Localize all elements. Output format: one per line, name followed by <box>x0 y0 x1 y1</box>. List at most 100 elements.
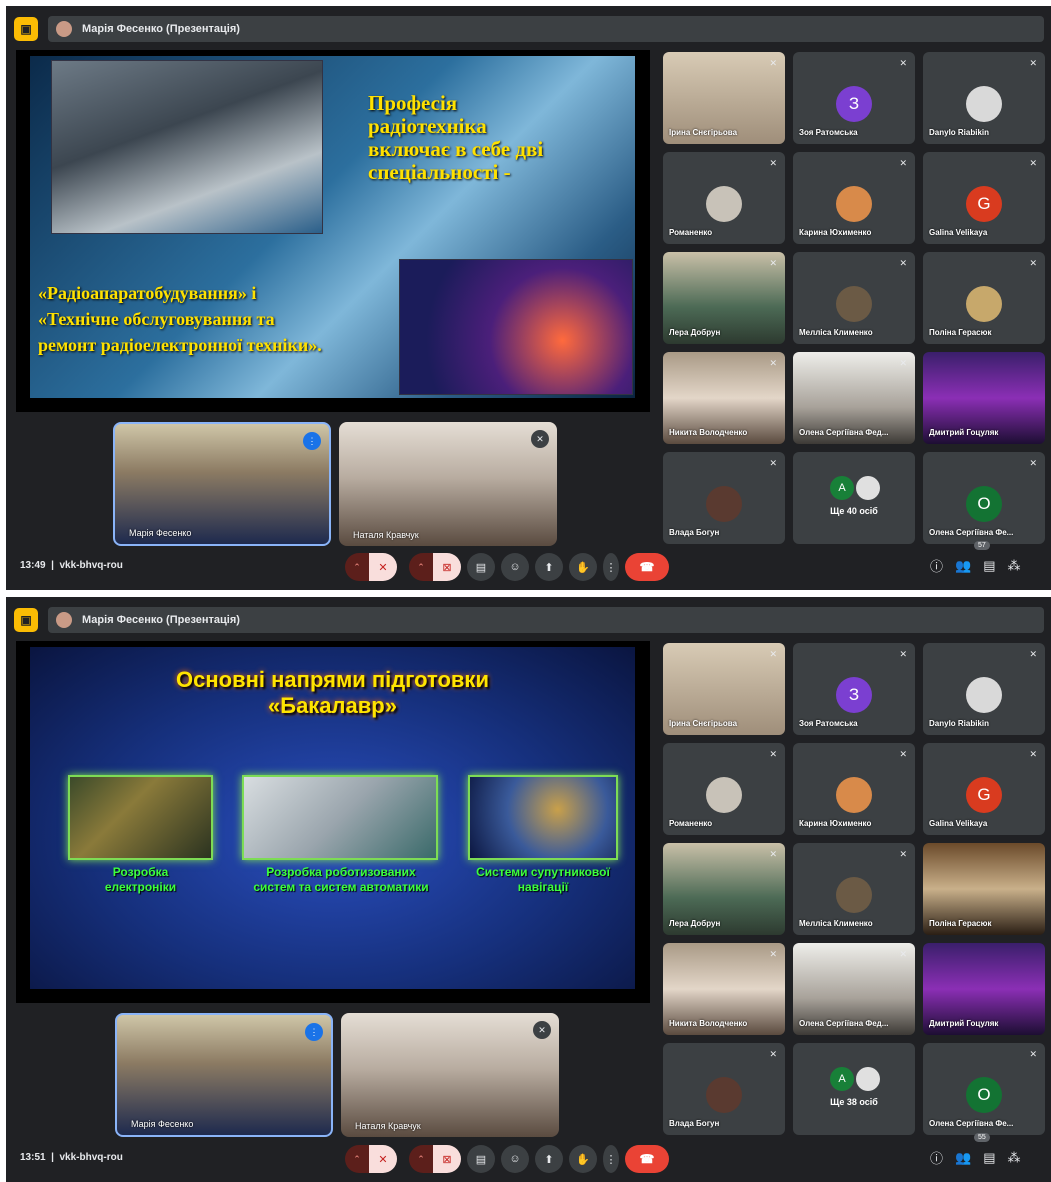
participant-tile[interactable]: ✕ Лера Добрун <box>663 252 785 344</box>
video-tile-presenter[interactable]: ⋮ Марія Фесенко <box>113 422 331 546</box>
participant-tile[interactable]: ✕ Ірина Снєгірьова <box>663 52 785 144</box>
camera-options-chevron-icon[interactable]: ⌃ <box>409 553 433 581</box>
presentation-bar: ▣ Марія Фесенко (Презентація) <box>14 607 1044 633</box>
participant-tile[interactable]: ✕ З Зоя Ратомська <box>793 52 915 144</box>
raise-hand-button[interactable]: ✋ <box>569 1145 597 1173</box>
mic-off-icon: ✕ <box>899 849 907 859</box>
avatar: З <box>836 86 872 122</box>
chat-icon[interactable]: ▤ <box>983 1150 995 1166</box>
leave-call-button[interactable]: ☎ <box>625 553 669 581</box>
camera-toggle-button[interactable]: ⊠ <box>433 553 461 581</box>
participant-name: Олена Сергіївна Фед... <box>799 1019 889 1028</box>
participant-tile[interactable]: ✕ Олена Сергіївна Фед... <box>793 352 915 444</box>
participant-tile[interactable]: ✕ Олена Сергіївна Фед... <box>793 943 915 1035</box>
participant-tile[interactable]: ✕ G Galina Velikaya <box>923 152 1045 244</box>
slide-specialties: «Радіоапаратобудування» і «Технічне обсл… <box>38 280 322 358</box>
participant-tile[interactable]: ✕ Поліна Герасюк <box>923 252 1045 344</box>
side-controls: ⓘ 👥 ▤ ⁂ <box>930 1148 1021 1167</box>
presentation-icon[interactable]: ▣ <box>14 608 38 632</box>
activities-icon[interactable]: ⁂ <box>1008 558 1021 574</box>
emoji-button[interactable]: ☺ <box>501 553 529 581</box>
more-participants-tile[interactable]: A Ще 38 осіб <box>793 1043 915 1135</box>
caption-line: Системи супутникової <box>476 865 610 879</box>
participant-tile[interactable]: ✕ Романенко <box>663 743 785 835</box>
captions-button[interactable]: ▤ <box>467 553 495 581</box>
mic-toggle-button[interactable]: ✕ <box>369 553 397 581</box>
raise-hand-button[interactable]: ✋ <box>569 553 597 581</box>
participant-tile[interactable]: ✕ З Зоя Ратомська <box>793 643 915 735</box>
meet-window-1: ▣ Марія Фесенко (Презентація) Професія р… <box>6 6 1051 590</box>
avatar <box>856 476 880 500</box>
participant-tile[interactable]: ✕ G Galina Velikaya <box>923 743 1045 835</box>
more-options-button[interactable]: ⋮ <box>603 553 619 581</box>
people-icon[interactable]: 👥 <box>955 1150 971 1166</box>
participant-tile[interactable]: ✕ Романенко <box>663 152 785 244</box>
avatar <box>706 1077 742 1113</box>
clock-time: 13:51 <box>20 1152 46 1163</box>
participant-tile[interactable]: ✕ Никита Володченко <box>663 352 785 444</box>
more-participants-tile[interactable]: A Ще 40 осіб <box>793 452 915 544</box>
participant-tile[interactable]: ✕ Влада Богун <box>663 452 785 544</box>
participant-tile[interactable]: Дмитрий Гоцуляк <box>923 352 1045 444</box>
speaking-indicator-icon: ⋮ <box>303 432 321 450</box>
mic-options-chevron-icon[interactable]: ⌃ <box>345 1145 369 1173</box>
participant-tile[interactable]: ✕ Мелліса Клименко <box>793 843 915 935</box>
caption-line: систем та систем автоматики <box>253 880 429 894</box>
participant-tile[interactable]: Дмитрий Гоцуляк <box>923 943 1045 1035</box>
presenter-avatar <box>56 612 72 628</box>
video-tile-participant[interactable]: ✕ Наталя Кравчук <box>341 1013 559 1137</box>
meeting-info: 13:51 | vkk-bhvq-rou <box>20 1152 123 1163</box>
mic-options-chevron-icon[interactable]: ⌃ <box>345 553 369 581</box>
camera-options-chevron-icon[interactable]: ⌃ <box>409 1145 433 1173</box>
participant-name: Лера Добрун <box>669 919 721 928</box>
emoji-button[interactable]: ☺ <box>501 1145 529 1173</box>
participant-name: Романенко <box>669 228 713 237</box>
participant-tile[interactable]: ✕ Карина Юхименко <box>793 743 915 835</box>
more-participants-label: Ще 40 осіб <box>830 506 878 516</box>
shared-slide: Професія радіотехніка включає в себе дві… <box>16 50 650 412</box>
participant-tile[interactable]: ✕ Никита Володченко <box>663 943 785 1035</box>
video-tile-name: Марія Фесенко <box>129 528 192 538</box>
microscope-photo <box>51 60 323 234</box>
slide-heading-line-4: спеціальності - <box>368 160 511 185</box>
participant-tile[interactable]: Поліна Герасюк <box>923 843 1045 935</box>
activities-icon[interactable]: ⁂ <box>1008 1150 1021 1166</box>
captions-button[interactable]: ▤ <box>467 1145 495 1173</box>
mic-off-icon: ✕ <box>1029 158 1037 168</box>
participant-tile[interactable]: ✕ Ірина Снєгірьова <box>663 643 785 735</box>
participant-tile[interactable]: ✕ Карина Юхименко <box>793 152 915 244</box>
camera-toggle-button[interactable]: ⊠ <box>433 1145 461 1173</box>
present-button[interactable]: ⬆ <box>535 1145 563 1173</box>
participant-name: Карина Юхименко <box>799 228 872 237</box>
people-icon[interactable]: 👥 <box>955 558 971 574</box>
info-icon[interactable]: ⓘ <box>930 556 943 575</box>
present-button[interactable]: ⬆ <box>535 553 563 581</box>
info-icon[interactable]: ⓘ <box>930 1148 943 1167</box>
participant-name: Мелліса Клименко <box>799 328 873 337</box>
clock-time: 13:49 <box>20 560 46 571</box>
mic-off-icon: ✕ <box>1029 258 1037 268</box>
presenter-pill[interactable]: Марія Фесенко (Презентація) <box>48 607 1044 633</box>
video-tile-presenter[interactable]: ⋮ Марія Фесенко <box>115 1013 333 1137</box>
participant-name: Мелліса Клименко <box>799 919 873 928</box>
presentation-icon[interactable]: ▣ <box>14 17 38 41</box>
participant-tile[interactable]: ✕ Мелліса Клименко <box>793 252 915 344</box>
chat-icon[interactable]: ▤ <box>983 558 995 574</box>
leave-call-button[interactable]: ☎ <box>625 1145 669 1173</box>
mic-toggle-button[interactable]: ✕ <box>369 1145 397 1173</box>
caption-line: навігації <box>517 880 569 894</box>
participant-tile[interactable]: ✕ О Олена Сергіївна Фе... <box>923 452 1045 544</box>
participant-name: Danylo Riabikin <box>929 719 990 728</box>
participant-tile[interactable]: ✕ Danylo Riabikin <box>923 643 1045 735</box>
participant-tile[interactable]: ✕ Лера Добрун <box>663 843 785 935</box>
participant-tile[interactable]: ✕ Danylo Riabikin <box>923 52 1045 144</box>
participant-tile[interactable]: ✕ О Олена Сергіївна Фе... <box>923 1043 1045 1135</box>
avatar <box>706 777 742 813</box>
mic-off-icon: ✕ <box>1029 458 1037 468</box>
more-options-button[interactable]: ⋮ <box>603 1145 619 1173</box>
participant-tile[interactable]: ✕ Влада Богун <box>663 1043 785 1135</box>
electronics-image <box>68 775 213 860</box>
video-tile-participant[interactable]: ✕ Наталя Кравчук <box>339 422 557 546</box>
mic-off-icon: ✕ <box>899 749 907 759</box>
presenter-pill[interactable]: Марія Фесенко (Презентація) <box>48 16 1044 42</box>
